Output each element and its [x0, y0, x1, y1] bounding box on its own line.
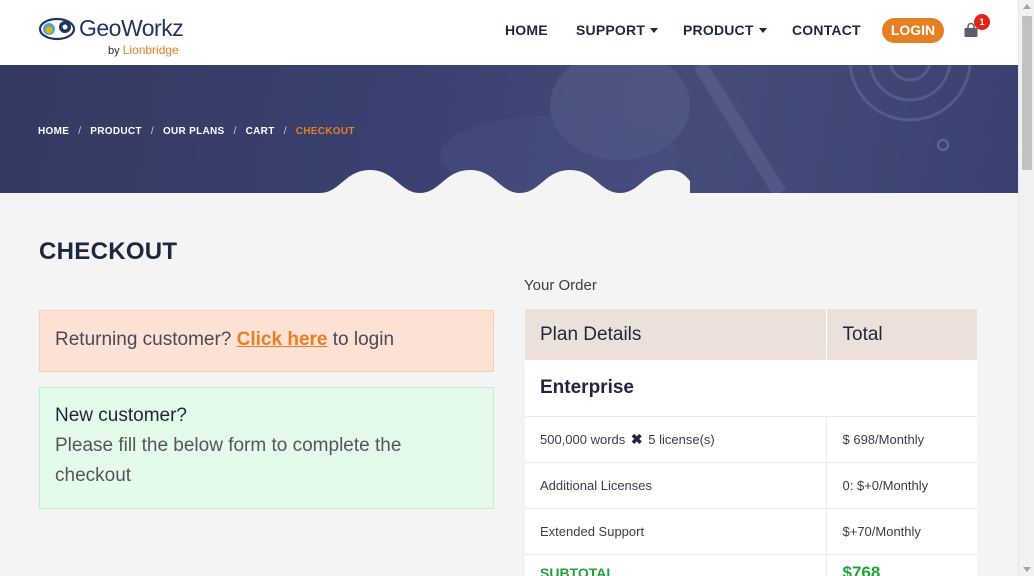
scroll-down-arrow-icon[interactable] — [1023, 567, 1031, 572]
breadcrumb-home[interactable]: HOME — [38, 126, 69, 137]
row-total: $+70/Monthly — [825, 507, 977, 554]
scroll-thumb[interactable] — [1022, 16, 1032, 170]
globe-logo-icon — [38, 17, 76, 41]
order-summary-table: Plan Details Total Enterprise 500,000 wo… — [525, 309, 977, 576]
table-row: Extended Support $+70/Monthly — [525, 507, 977, 554]
new-customer-notice: New customer? Please fill the below form… — [39, 387, 494, 509]
subtotal-label: SUBTOTAL — [525, 553, 826, 576]
nav-contact[interactable]: CONTACT — [792, 22, 861, 42]
brand-byline: by Lionbridge — [108, 43, 179, 57]
column-header-total: Total — [825, 309, 977, 360]
table-row: Additional Licenses 0: $+0/Monthly — [525, 461, 977, 508]
nav-product[interactable]: PRODUCT — [683, 22, 767, 42]
nav-home[interactable]: HOME — [505, 22, 548, 42]
breadcrumb-our-plans[interactable]: OUR PLANS — [163, 126, 225, 137]
plan-name-row: Enterprise — [525, 360, 977, 416]
returning-suffix: to login — [332, 329, 395, 350]
page-title: CHECKOUT — [39, 238, 178, 265]
login-button[interactable]: LOGIN — [882, 18, 944, 43]
row-description: Additional Licenses — [525, 461, 826, 508]
row-description: 500,000 words ✖ 5 license(s) — [525, 415, 826, 462]
column-header-plan: Plan Details — [525, 309, 826, 360]
multiply-icon: ✖ — [630, 430, 643, 447]
row-total: $ 698/Monthly — [825, 415, 977, 462]
brand-name: GeoWorkz — [79, 15, 184, 41]
your-order-heading: Your Order — [524, 277, 597, 294]
cart-count-badge: 1 — [974, 14, 990, 30]
nav-support[interactable]: SUPPORT — [576, 22, 659, 42]
subtotal-row: SUBTOTAL $768 — [525, 553, 977, 576]
scroll-up-arrow-icon[interactable] — [1023, 4, 1031, 9]
returning-prefix: Returning customer? — [55, 329, 232, 350]
row-description: Extended Support — [525, 507, 826, 554]
returning-customer-notice: Returning customer? Click here to login — [39, 310, 494, 372]
site-header: GeoWorkz by Lionbridge HOME SUPPORT PROD… — [0, 0, 1018, 65]
hero-banner: HOME / PRODUCT / OUR PLANS / CART / CHECKOUT — [0, 65, 1018, 193]
page-scrollbar[interactable] — [1018, 0, 1034, 576]
breadcrumb-current: CHECKOUT — [295, 126, 355, 137]
plan-name: Enterprise — [540, 376, 634, 398]
breadcrumb: HOME / PRODUCT / OUR PLANS / CART / CHECKOUT — [38, 126, 355, 137]
caret-down-icon — [758, 28, 767, 33]
breadcrumb-product[interactable]: PRODUCT — [90, 126, 142, 137]
table-header-row: Plan Details Total — [525, 309, 977, 360]
new-customer-heading: New customer? — [55, 405, 187, 426]
new-customer-text: Please fill the below form to complete t… — [55, 435, 402, 486]
table-row: 500,000 words ✖ 5 license(s) $ 698/Month… — [525, 415, 977, 462]
row-total: 0: $+0/Monthly — [825, 461, 977, 508]
subtotal-value: $768 — [825, 553, 977, 576]
breadcrumb-cart[interactable]: CART — [246, 126, 275, 137]
caret-down-icon — [650, 28, 659, 33]
geoworkz-logo[interactable]: GeoWorkz by Lionbridge — [38, 12, 198, 58]
login-link[interactable]: Click here — [237, 329, 328, 350]
